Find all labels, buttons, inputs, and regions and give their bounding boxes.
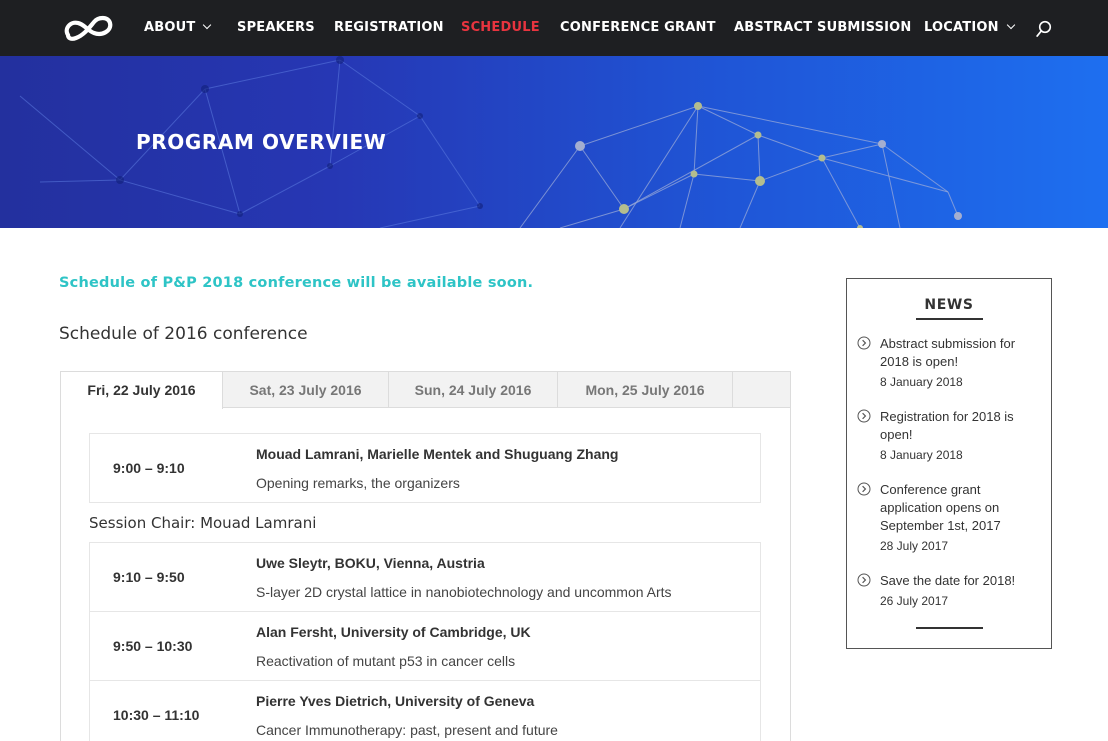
talk-time: 9:10 – 9:50 [113, 569, 185, 585]
nav-speakers[interactable]: SPEAKERS [237, 0, 315, 56]
infinity-logo-icon[interactable] [62, 11, 114, 45]
divider [916, 627, 983, 629]
talk-speaker: Mouad Lamrani, Marielle Mentek and Shugu… [256, 446, 619, 462]
nav-location-label: LOCATION [924, 20, 999, 35]
news-headline[interactable]: Conference grant application opens on Se… [880, 481, 1040, 535]
search-icon[interactable] [1036, 20, 1052, 38]
talk-speaker: Pierre Yves Dietrich, University of Gene… [256, 693, 535, 709]
talk-time: 9:50 – 10:30 [113, 638, 193, 654]
circle-chevron-right-icon [857, 336, 871, 350]
circle-chevron-right-icon [857, 482, 871, 496]
top-navbar: ABOUT SPEAKERS REGISTRATION SCHEDULE CON… [0, 0, 1108, 56]
tab-label: Sun, 24 July 2016 [414, 382, 532, 398]
talk-title: Opening remarks, the organizers [256, 475, 460, 491]
tab-sun-24-july[interactable]: Sun, 24 July 2016 [389, 372, 558, 408]
tab-sat-23-july[interactable]: Sat, 23 July 2016 [223, 372, 389, 408]
talk-title: S-layer 2D crystal lattice in nanobiotec… [256, 584, 672, 600]
nav-registration-label: REGISTRATION [334, 20, 444, 35]
chevron-down-icon [1006, 20, 1015, 30]
news-date: 28 July 2017 [880, 539, 949, 553]
news-date: 26 July 2017 [880, 594, 949, 608]
table-row: 10:30 – 11:10 Pierre Yves Dietrich, Univ… [89, 680, 761, 741]
news-date: 8 January 2018 [880, 448, 963, 462]
session-chair: Session Chair: Mouad Lamrani [89, 514, 317, 532]
tab-label: Sat, 23 July 2016 [249, 382, 362, 398]
nav-conference-grant[interactable]: CONFERENCE GRANT [560, 0, 716, 56]
talk-time: 9:00 – 9:10 [113, 460, 185, 476]
hero-banner: PROGRAM OVERVIEW [0, 56, 1108, 228]
circle-chevron-right-icon [857, 573, 871, 587]
news-title: NEWS [924, 297, 974, 313]
nav-schedule[interactable]: SCHEDULE [461, 0, 540, 56]
schedule-tabs-panel: Fri, 22 July 2016 Sat, 23 July 2016 Sun,… [60, 371, 791, 741]
nav-speakers-label: SPEAKERS [237, 20, 315, 35]
talk-title: Reactivation of mutant p53 in cancer cel… [256, 653, 516, 669]
news-date: 8 January 2018 [880, 375, 963, 389]
talk-title: Cancer Immunotherapy: past, present and … [256, 722, 558, 738]
tab-mon-25-july[interactable]: Mon, 25 July 2016 [558, 372, 733, 408]
table-row: 9:00 – 9:10 Mouad Lamrani, Marielle Ment… [89, 433, 761, 503]
nav-location[interactable]: LOCATION [924, 0, 1015, 56]
nav-abstract-submission-label: ABSTRACT SUBMISSION [734, 20, 912, 35]
talk-time: 10:30 – 11:10 [113, 707, 200, 723]
tab-label: Mon, 25 July 2016 [585, 382, 705, 398]
nav-about[interactable]: ABOUT [144, 0, 212, 56]
schedule-heading: Schedule of 2016 conference [59, 324, 308, 344]
table-row: 9:50 – 10:30 Alan Fersht, University of … [89, 611, 761, 681]
announcement-text: Schedule of P&P 2018 conference will be … [59, 275, 534, 291]
news-headline[interactable]: Registration for 2018 is open! [880, 408, 1040, 444]
nav-schedule-label: SCHEDULE [461, 20, 540, 35]
nav-registration[interactable]: REGISTRATION [334, 0, 444, 56]
table-row: 9:10 – 9:50 Uwe Sleytr, BOKU, Vienna, Au… [89, 542, 761, 612]
tab-fri-22-july[interactable]: Fri, 22 July 2016 [61, 372, 223, 409]
nav-about-label: ABOUT [144, 20, 196, 35]
talk-speaker: Alan Fersht, University of Cambridge, UK [256, 624, 531, 640]
page-title: PROGRAM OVERVIEW [136, 130, 387, 154]
talk-speaker: Uwe Sleytr, BOKU, Vienna, Austria [256, 555, 485, 571]
tab-label: Fri, 22 July 2016 [87, 382, 196, 398]
tab-strip: Fri, 22 July 2016 Sat, 23 July 2016 Sun,… [61, 372, 790, 409]
divider [916, 318, 983, 320]
nav-conference-grant-label: CONFERENCE GRANT [560, 20, 716, 35]
news-headline[interactable]: Abstract submission for 2018 is open! [880, 335, 1040, 371]
news-widget: NEWS Abstract submission for 2018 is ope… [846, 278, 1052, 649]
news-headline[interactable]: Save the date for 2018! [880, 572, 1040, 590]
circle-chevron-right-icon [857, 409, 871, 423]
nav-abstract-submission[interactable]: ABSTRACT SUBMISSION [734, 0, 912, 56]
chevron-down-icon [203, 20, 212, 30]
